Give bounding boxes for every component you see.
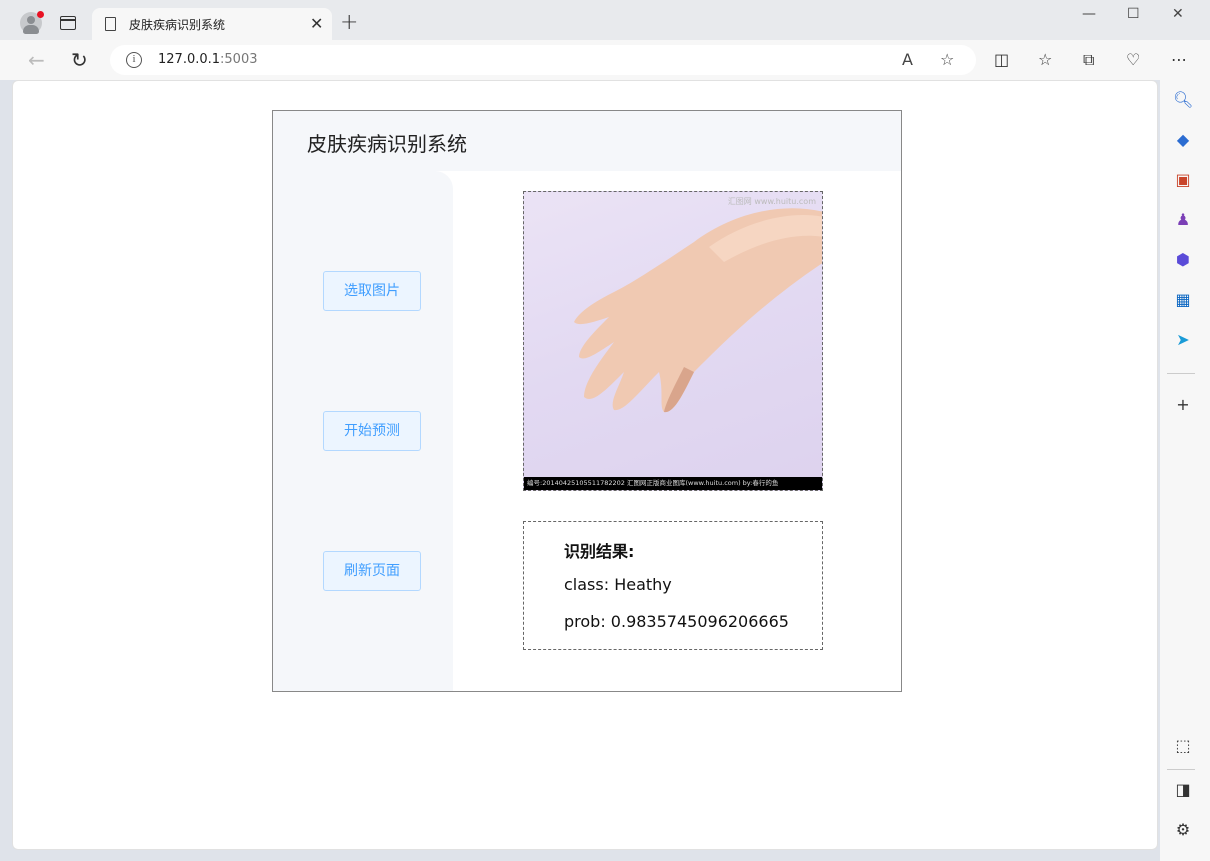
read-aloud-icon[interactable]: A [902, 50, 913, 69]
back-arrow-icon[interactable]: ← [28, 48, 45, 72]
favorites-icon[interactable]: ☆ [1038, 50, 1052, 69]
browser-toolbar: ← ↻ i 127.0.0.1:5003 A ☆ ◫ ☆ ⧉ ♡ ⋯ [0, 40, 1210, 80]
preview-image: 汇图网 www.huitu.com 编号:2014042510551178220… [523, 191, 823, 491]
search-icon[interactable]: 🔍︎ [1173, 90, 1193, 110]
screenshot-icon[interactable]: ⬚ [1173, 736, 1193, 756]
browser-essentials-icon[interactable]: ♡ [1126, 50, 1140, 69]
page-viewport: 皮肤疾病识别系统 选取图片 开始预测 刷新页面 汇图网 www.huitu.co… [12, 80, 1158, 850]
send-icon[interactable]: ➤ [1173, 330, 1193, 350]
address-bar[interactable]: i 127.0.0.1:5003 A ☆ [110, 45, 976, 75]
reload-icon[interactable]: ↻ [71, 48, 88, 72]
image-watermark: 汇图网 www.huitu.com [727, 197, 816, 206]
notification-dot [37, 11, 44, 18]
tab-close-icon[interactable]: ✕ [310, 14, 323, 33]
toolbox-icon[interactable]: ▣ [1173, 170, 1193, 190]
new-tab-button[interactable]: + [340, 10, 358, 35]
minimize-button[interactable]: — [1082, 6, 1096, 22]
site-info-icon[interactable]: i [126, 52, 142, 68]
tab-title: 皮肤疾病识别系统 [129, 18, 226, 32]
split-screen-icon[interactable]: ◫ [994, 50, 1009, 69]
tab-bar: 皮肤疾病识别系统 ✕ + — ☐ ✕ [0, 0, 1210, 40]
tab-actions-icon[interactable] [60, 16, 76, 30]
collections-icon[interactable]: ⧉ [1083, 50, 1094, 70]
settings-icon[interactable]: ⚙ [1173, 820, 1193, 840]
hand-image [574, 208, 822, 413]
start-predict-button[interactable]: 开始预测 [323, 411, 421, 451]
star-icon[interactable]: ☆ [940, 50, 954, 69]
refresh-page-button[interactable]: 刷新页面 [323, 551, 421, 591]
select-image-button[interactable]: 选取图片 [323, 271, 421, 311]
maximize-button[interactable]: ☐ [1127, 6, 1140, 22]
profile-avatar[interactable] [20, 11, 44, 34]
url-text[interactable]: 127.0.0.1:5003 [158, 52, 258, 67]
image-caption: 编号:20140425105511782202 汇图网正版商业图库(www.hu… [524, 477, 822, 490]
tag-icon[interactable]: ◆ [1173, 130, 1193, 150]
app-sidebar: 选取图片 开始预测 刷新页面 [273, 171, 453, 691]
result-prob: prob: 0.9835745096206665 [564, 612, 789, 631]
app-header: 皮肤疾病识别系统 [273, 111, 901, 171]
games-icon[interactable]: ♟ [1173, 210, 1193, 230]
more-icon[interactable]: ⋯ [1171, 50, 1187, 69]
outlook-icon[interactable]: ▦ [1173, 290, 1193, 310]
app-main: 汇图网 www.huitu.com 编号:2014042510551178220… [453, 171, 901, 691]
page-title: 皮肤疾病识别系统 [307, 132, 467, 156]
add-icon[interactable]: + [1173, 395, 1193, 415]
result-panel: 识别结果: class: Heathy prob: 0.983574509620… [523, 521, 823, 650]
page-icon [105, 17, 116, 31]
office-icon[interactable]: ⬢ [1173, 250, 1193, 270]
browser-tab[interactable]: 皮肤疾病识别系统 ✕ [92, 8, 332, 40]
sidebar-toggle-icon[interactable]: ◨ [1173, 780, 1193, 800]
close-window-button[interactable]: ✕ [1172, 6, 1184, 22]
edge-sidebar: 🔍︎ ◆ ▣ ♟ ⬢ ▦ ➤ + ⬚ ◨ ⚙ [1160, 80, 1210, 861]
result-class: class: Heathy [564, 575, 672, 594]
app-container: 皮肤疾病识别系统 选取图片 开始预测 刷新页面 汇图网 www.huitu.co… [272, 110, 902, 692]
result-heading: 识别结果: [564, 542, 635, 561]
